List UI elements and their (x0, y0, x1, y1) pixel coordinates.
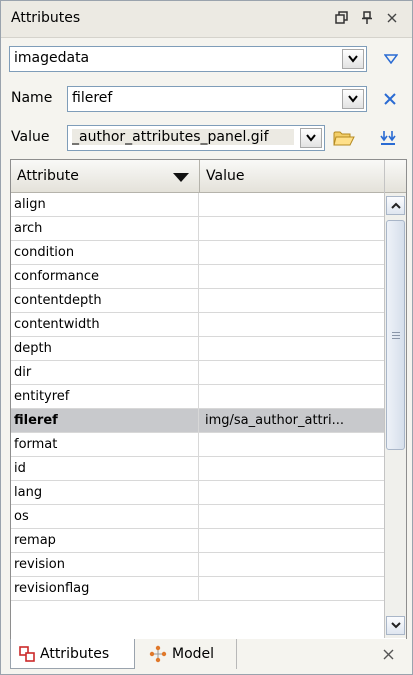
value-combo[interactable]: _author_attributes_panel.gif (67, 125, 325, 151)
chevron-down-icon[interactable] (300, 128, 322, 148)
panel-titlebar: Attributes (1, 1, 412, 38)
chevron-down-icon[interactable] (342, 89, 364, 109)
attribute-value-cell[interactable] (200, 241, 384, 264)
vertical-scrollbar[interactable] (384, 160, 406, 638)
attribute-value-cell[interactable] (200, 361, 384, 384)
sort-descending-icon (173, 173, 189, 182)
table-row[interactable]: dir (11, 361, 384, 385)
element-combo[interactable]: imagedata (9, 46, 367, 72)
attribute-name-cell: contentdepth (11, 289, 199, 312)
tab-attributes-label: Attributes (40, 645, 110, 662)
value-column-header[interactable]: Value (200, 160, 384, 192)
attribute-name-cell: revision (11, 553, 199, 576)
attribute-value-cell[interactable] (200, 217, 384, 240)
panel-tabs: Attributes Model (1, 639, 412, 674)
attribute-name-cell: contentwidth (11, 313, 199, 336)
attributes-panel: Attributes imagedata Name fileref Value … (0, 0, 413, 675)
filter-triangle-icon[interactable] (380, 48, 402, 70)
attribute-value-cell[interactable] (200, 505, 384, 528)
attribute-name-cell: id (11, 457, 199, 480)
attribute-name-cell: revisionflag (11, 577, 199, 600)
table-row[interactable]: revision (11, 553, 384, 577)
scrollbar-thumb[interactable] (386, 220, 405, 450)
attribute-value-cell[interactable] (200, 553, 384, 576)
attribute-name-cell: lang (11, 481, 199, 504)
pin-icon[interactable] (354, 5, 380, 31)
insert-value-icon[interactable] (377, 127, 399, 149)
attribute-value-cell[interactable] (200, 265, 384, 288)
scroll-up-button[interactable] (386, 196, 405, 215)
table-row[interactable]: revisionflag (11, 577, 384, 601)
table-row[interactable]: os (11, 505, 384, 529)
table-row[interactable]: contentwidth (11, 313, 384, 337)
attribute-value-cell[interactable] (200, 289, 384, 312)
tab-attributes[interactable]: Attributes (10, 639, 135, 669)
attribute-value-cell[interactable] (200, 313, 384, 336)
scrollbar-corner (385, 160, 406, 193)
close-icon[interactable] (379, 5, 405, 31)
restore-window-icon[interactable] (329, 5, 355, 31)
remove-x-icon[interactable] (379, 88, 401, 110)
attribute-value-cell[interactable] (200, 385, 384, 408)
value-header-label: Value (206, 168, 245, 184)
table-row[interactable]: id (11, 457, 384, 481)
attribute-value-cell[interactable] (200, 577, 384, 600)
attribute-name-cell: format (11, 433, 199, 456)
attribute-value-cell[interactable] (200, 457, 384, 480)
attribute-value-cell[interactable] (200, 529, 384, 552)
table-row[interactable]: entityref (11, 385, 384, 409)
attributes-table: Attribute Value align arch condition confor… (10, 159, 407, 641)
table-row[interactable]: arch (11, 217, 384, 241)
attribute-column-header[interactable]: Attribute (11, 160, 200, 192)
tab-model-label: Model (172, 646, 215, 662)
attribute-name-cell: fileref (11, 409, 199, 432)
tab-model[interactable]: Model (143, 639, 237, 669)
table-row[interactable]: fileref img/sa_author_attri... (11, 409, 384, 433)
value-label: Value (11, 129, 50, 145)
attribute-name-cell: condition (11, 241, 199, 264)
attribute-name-cell: depth (11, 337, 199, 360)
model-tree-icon (149, 645, 167, 663)
attribute-value-cell[interactable] (200, 193, 384, 216)
attribute-name-cell: entityref (11, 385, 199, 408)
table-row[interactable]: format (11, 433, 384, 457)
name-combo-value: fileref (72, 90, 113, 106)
table-row[interactable]: lang (11, 481, 384, 505)
scroll-down-button[interactable] (386, 616, 405, 635)
attribute-value-cell[interactable] (200, 337, 384, 360)
table-row[interactable]: depth (11, 337, 384, 361)
attribute-name-cell: arch (11, 217, 199, 240)
attribute-value-cell[interactable]: img/sa_author_attri... (200, 409, 384, 432)
attribute-value-cell[interactable] (200, 481, 384, 504)
element-combo-value: imagedata (14, 50, 90, 66)
table-row[interactable]: condition (11, 241, 384, 265)
table-row[interactable]: contentdepth (11, 289, 384, 313)
table-row[interactable]: conformance (11, 265, 384, 289)
close-icon[interactable] (378, 644, 398, 664)
attribute-value-cell[interactable] (200, 433, 384, 456)
value-combo-value: _author_attributes_panel.gif (72, 129, 294, 145)
table-header: Attribute Value (11, 160, 384, 193)
open-folder-icon[interactable] (333, 127, 355, 149)
name-label: Name (11, 90, 53, 106)
panel-title: Attributes (11, 10, 81, 26)
attribute-name-cell: os (11, 505, 199, 528)
table-row[interactable]: align (11, 193, 384, 217)
table-body: align arch condition conformance contentdept… (11, 193, 384, 601)
attribute-name-cell: conformance (11, 265, 199, 288)
attribute-name-cell: remap (11, 529, 199, 552)
chevron-down-icon[interactable] (342, 49, 364, 69)
attribute-header-label: Attribute (17, 168, 79, 184)
attribute-name-cell: align (11, 193, 199, 216)
name-combo[interactable]: fileref (67, 86, 367, 112)
attribute-name-cell: dir (11, 361, 199, 384)
attributes-icon (19, 645, 35, 662)
table-row[interactable]: remap (11, 529, 384, 553)
